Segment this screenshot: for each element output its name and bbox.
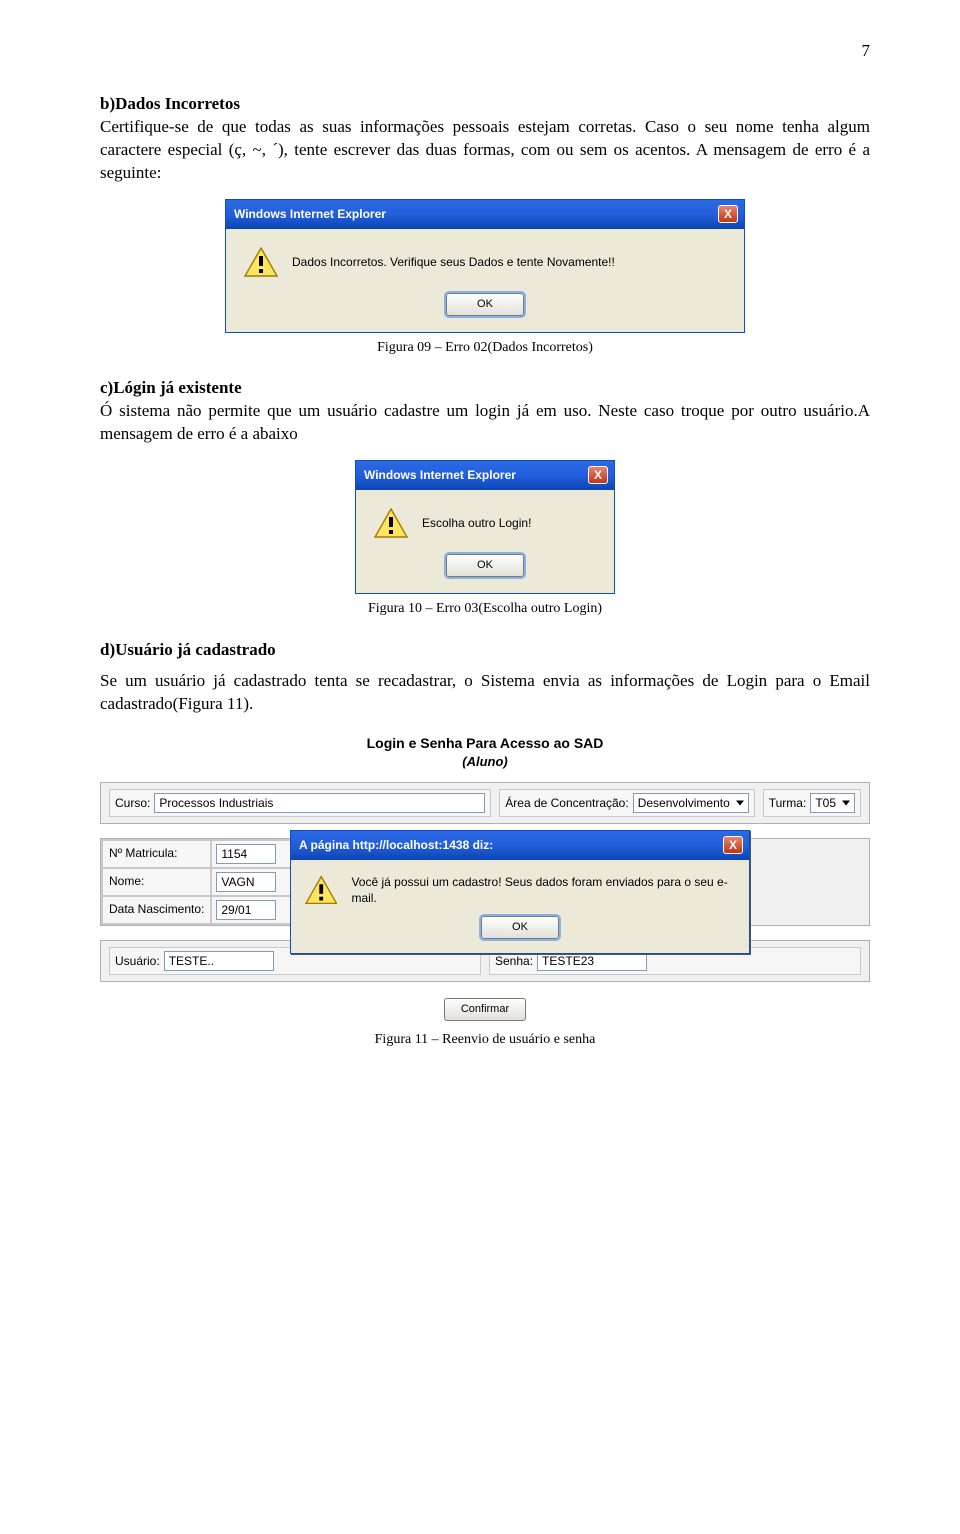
row-curso: Curso: Área de Concentração: Desenvolvim… bbox=[100, 782, 870, 824]
dialog-title-text: Windows Internet Explorer bbox=[364, 467, 516, 483]
turma-select[interactable]: T05 bbox=[810, 793, 855, 813]
form-title: Login e Senha Para Acesso ao SAD bbox=[100, 734, 870, 753]
nome-label: Nome: bbox=[102, 868, 211, 896]
ok-button[interactable]: OK bbox=[446, 554, 524, 577]
figure-10-caption: Figura 10 – Erro 03(Escolha outro Login) bbox=[100, 600, 870, 619]
matricula-input[interactable] bbox=[216, 844, 276, 864]
section-c-text: Ó sistema não permite que um usuário cad… bbox=[100, 401, 870, 443]
data-input[interactable] bbox=[216, 900, 276, 920]
dialog-titlebar: A página http://localhost:1438 diz: X bbox=[291, 831, 749, 860]
senha-input[interactable] bbox=[537, 951, 647, 971]
dialog-escolha-login: Windows Internet Explorer X Escolha outr… bbox=[355, 460, 615, 594]
section-c-heading: c)Lógin já existente bbox=[100, 378, 242, 397]
section-b-text: Certifique-se de que todas as suas infor… bbox=[100, 117, 870, 182]
section-c: c)Lógin já existente Ó sistema não permi… bbox=[100, 377, 870, 446]
figure-09-caption: Figura 09 – Erro 02(Dados Incorretos) bbox=[100, 339, 870, 358]
dialog-message: Você já possui um cadastro! Seus dados f… bbox=[351, 874, 735, 906]
senha-label: Senha: bbox=[495, 953, 533, 969]
confirmar-button[interactable]: Confirmar bbox=[444, 998, 526, 1021]
usuario-input[interactable] bbox=[164, 951, 274, 971]
section-d-heading: d)Usuário já cadastrado bbox=[100, 640, 276, 659]
dialog-title-text: A página http://localhost:1438 diz: bbox=[299, 837, 493, 853]
ok-button[interactable]: OK bbox=[481, 916, 559, 939]
close-icon[interactable]: X bbox=[718, 205, 738, 223]
close-icon[interactable]: X bbox=[588, 466, 608, 484]
page-number: 7 bbox=[100, 40, 870, 63]
curso-input[interactable] bbox=[154, 793, 485, 813]
usuario-label: Usuário: bbox=[115, 953, 160, 969]
dialog-titlebar: Windows Internet Explorer X bbox=[226, 200, 744, 229]
section-b-heading: b)Dados Incorretos bbox=[100, 94, 240, 113]
dialog-ja-possui-cadastro: A página http://localhost:1438 diz: X Vo… bbox=[290, 830, 750, 954]
dialog-message: Escolha outro Login! bbox=[422, 515, 531, 531]
ok-button[interactable]: OK bbox=[446, 293, 524, 316]
warning-icon bbox=[305, 875, 337, 905]
area-label: Área de Concentração: bbox=[505, 795, 628, 811]
nome-input[interactable] bbox=[216, 872, 276, 892]
figure-11-caption: Figura 11 – Reenvio de usuário e senha bbox=[100, 1031, 870, 1050]
warning-icon bbox=[244, 247, 278, 277]
dialog-title-text: Windows Internet Explorer bbox=[234, 206, 386, 222]
area-select[interactable]: Desenvolvimento bbox=[633, 793, 749, 813]
close-icon[interactable]: X bbox=[723, 836, 743, 854]
turma-label: Turma: bbox=[769, 795, 807, 811]
warning-icon bbox=[374, 508, 408, 538]
dialog-titlebar: Windows Internet Explorer X bbox=[356, 461, 614, 490]
matricula-label: Nº Matricula: bbox=[102, 840, 211, 868]
form-subtitle: (Aluno) bbox=[100, 753, 870, 771]
curso-label: Curso: bbox=[115, 795, 150, 811]
data-label: Data Nascimento: bbox=[102, 896, 211, 924]
sad-form: Login e Senha Para Acesso ao SAD (Aluno)… bbox=[100, 734, 870, 1021]
section-b: b)Dados Incorretos Certifique-se de que … bbox=[100, 93, 870, 185]
section-d-text: Se um usuário já cadastrado tenta se rec… bbox=[100, 670, 870, 716]
dialog-message: Dados Incorretos. Verifique seus Dados e… bbox=[292, 254, 615, 270]
dialog-dados-incorretos: Windows Internet Explorer X Dados Incorr… bbox=[225, 199, 745, 333]
